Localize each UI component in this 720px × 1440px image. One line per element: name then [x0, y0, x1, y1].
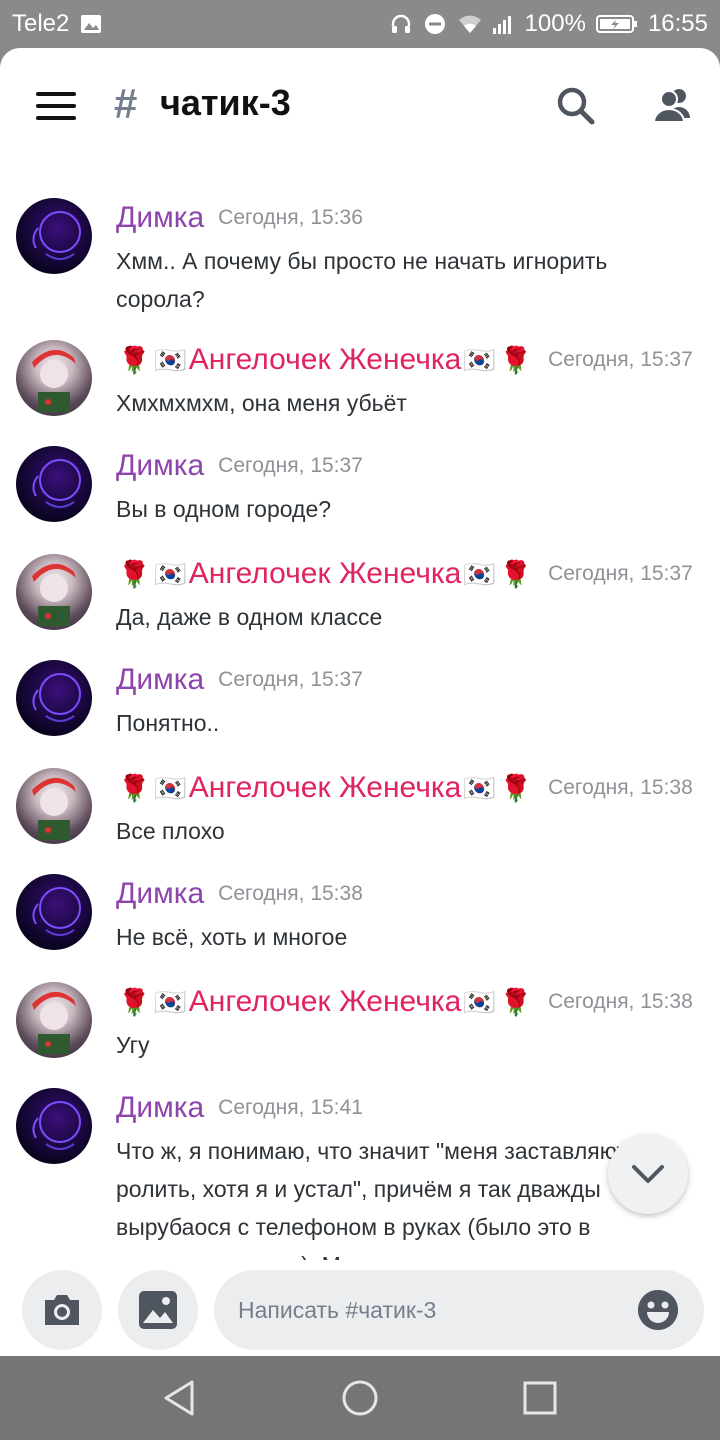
members-icon[interactable] [648, 82, 696, 130]
korea-flag-icon: 🇰🇷 [463, 344, 496, 375]
channel-title: чатик-3 [160, 82, 291, 123]
avatar[interactable] [16, 446, 92, 522]
message-header: 🌹 🇰🇷 Ангелочек Женечка 🇰🇷 🌹 Сегодня, 15:38 [116, 982, 693, 1022]
avatar[interactable] [16, 874, 92, 950]
avatar[interactable] [16, 340, 92, 416]
avatar[interactable] [16, 982, 92, 1058]
rose-icon: 🌹 [499, 558, 533, 589]
message-timestamp: Сегодня, 15:36 [218, 206, 363, 229]
battery-percent: 100% [524, 10, 586, 37]
search-icon[interactable] [552, 82, 600, 130]
headphones-icon [389, 12, 413, 36]
chat-panel: # чатик-3 Димка Сегодня, 15:36 Хмм.. А поч… [0, 48, 720, 1356]
message-text: Не всё, хоть и многое [116, 924, 348, 950]
author-name[interactable]: Ангелочек Женечка [189, 771, 462, 805]
message-text: Все плохо [116, 818, 225, 844]
message-timestamp: Сегодня, 15:38 [548, 776, 693, 799]
carrier-label: Tele2 [12, 10, 70, 37]
message-text: Понятно.. [116, 710, 220, 736]
author-name[interactable]: Димка [116, 1091, 204, 1125]
message-timestamp: Сегодня, 15:37 [548, 562, 693, 585]
status-bar: Tele2 100% 16:55 [0, 0, 720, 48]
wifi-icon [457, 12, 481, 36]
avatar[interactable] [16, 554, 92, 630]
avatar[interactable] [16, 660, 92, 736]
author-name[interactable]: Ангелочек Женечка [189, 343, 462, 377]
rose-icon: 🌹 [499, 344, 533, 375]
recents-icon[interactable] [518, 1376, 562, 1420]
message-header: Димка Сегодня, 15:37 [116, 446, 363, 486]
hamburger-icon[interactable] [36, 92, 76, 120]
message-text: Хмхмхмхм, она меня убьёт [116, 390, 407, 416]
signal-icon [491, 12, 515, 36]
author-name[interactable]: Ангелочек Женечка [189, 985, 462, 1019]
message-timestamp: Сегодня, 15:37 [218, 454, 363, 477]
message-text: Угу [116, 1032, 150, 1058]
channel-header: # чатик-3 [0, 48, 720, 160]
message-header: 🌹 🇰🇷 Ангелочек Женечка 🇰🇷 🌹 Сегодня, 15:38 [116, 768, 693, 808]
message-composer[interactable] [214, 1270, 704, 1350]
avatar[interactable] [16, 768, 92, 844]
chevron-down-icon[interactable] [608, 1134, 688, 1214]
message-timestamp: Сегодня, 15:38 [548, 990, 693, 1013]
do-not-disturb-icon [423, 12, 447, 36]
message-text: Что ж, я понимаю, что значит "меня заста… [116, 1138, 628, 1260]
message-timestamp: Сегодня, 15:37 [548, 348, 693, 371]
channel-hash-icon: # [114, 80, 138, 127]
message-header: Димка Сегодня, 15:37 [116, 660, 363, 700]
message-header: 🌹 🇰🇷 Ангелочек Женечка 🇰🇷 🌹 Сегодня, 15:37 [116, 340, 693, 380]
message-header: Димка Сегодня, 15:41 [116, 1088, 363, 1128]
author-name[interactable]: Димка [116, 877, 204, 911]
message-text: Хмм.. А почему бы просто не начать игнор… [116, 248, 608, 312]
emoji-icon[interactable] [638, 1290, 678, 1330]
korea-flag-icon: 🇰🇷 [463, 558, 496, 589]
rose-icon: 🌹 [118, 558, 151, 589]
image-icon[interactable] [118, 1270, 198, 1350]
rose-icon: 🌹 [118, 344, 151, 375]
rose-icon: 🌹 [118, 772, 151, 803]
rose-icon: 🌹 [499, 986, 533, 1017]
author-name[interactable]: Димка [116, 663, 204, 697]
message-text: Да, даже в одном классе [116, 604, 383, 630]
gallery-notification-icon [79, 12, 103, 36]
author-name[interactable]: Димка [116, 449, 204, 483]
battery-icon [595, 12, 638, 36]
korea-flag-icon: 🇰🇷 [154, 558, 187, 589]
korea-flag-icon: 🇰🇷 [154, 344, 187, 375]
message-header: 🌹 🇰🇷 Ангелочек Женечка 🇰🇷 🌹 Сегодня, 15:37 [116, 554, 693, 594]
system-nav-bar [0, 1356, 720, 1440]
rose-icon: 🌹 [499, 772, 533, 803]
rose-icon: 🌹 [118, 986, 151, 1017]
back-icon[interactable] [158, 1376, 202, 1420]
author-name[interactable]: Димка [116, 201, 204, 235]
input-bar [0, 1260, 720, 1356]
message-header: Димка Сегодня, 15:36 [116, 198, 363, 238]
camera-icon[interactable] [22, 1270, 102, 1350]
avatar[interactable] [16, 1088, 92, 1164]
korea-flag-icon: 🇰🇷 [463, 772, 496, 803]
message-list[interactable]: Димка Сегодня, 15:36 Хмм.. А почему бы про… [0, 160, 720, 1260]
message-header: Димка Сегодня, 15:38 [116, 874, 363, 914]
message-timestamp: Сегодня, 15:41 [218, 1096, 363, 1119]
message-timestamp: Сегодня, 15:37 [218, 668, 363, 691]
korea-flag-icon: 🇰🇷 [154, 986, 187, 1017]
message-input[interactable] [238, 1296, 618, 1324]
clock: 16:55 [647, 10, 708, 37]
message-timestamp: Сегодня, 15:38 [218, 882, 363, 905]
korea-flag-icon: 🇰🇷 [154, 772, 187, 803]
korea-flag-icon: 🇰🇷 [463, 986, 496, 1017]
home-icon[interactable] [338, 1376, 382, 1420]
message-text: Вы в одном городе? [116, 496, 332, 522]
avatar[interactable] [16, 198, 92, 274]
author-name[interactable]: Ангелочек Женечка [189, 557, 462, 591]
